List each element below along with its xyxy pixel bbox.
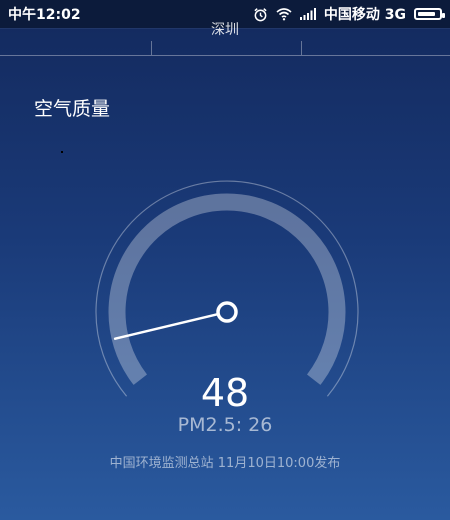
gauge-needle (113, 312, 220, 340)
gauge-track (108, 193, 346, 385)
aqi-gauge (95, 180, 359, 397)
gauge-hub (216, 301, 238, 323)
data-source: 中国环境监测总站 11月10日10:00发布 (109, 456, 341, 471)
aqi-value: 48 (200, 371, 250, 415)
pm25-value: PM2.5: 26 (177, 414, 273, 436)
